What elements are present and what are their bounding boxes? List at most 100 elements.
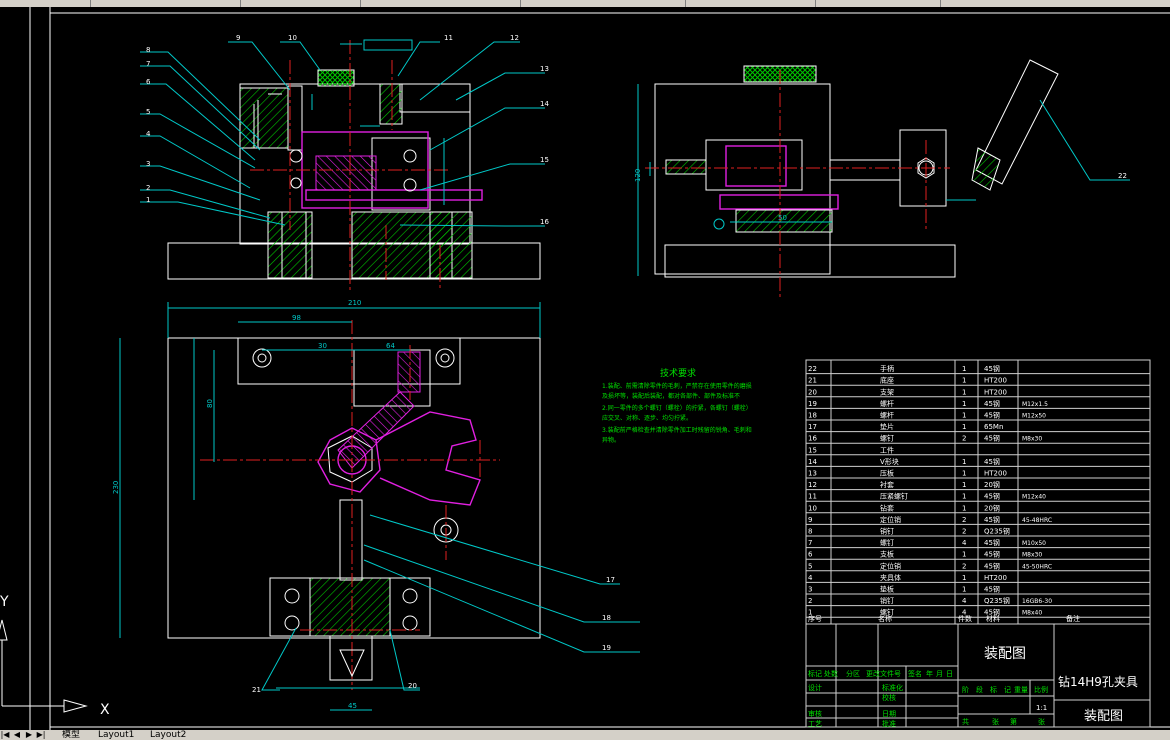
bom-cell-material: HT200 bbox=[984, 574, 1007, 582]
bom-cell-no: 5 bbox=[808, 562, 812, 570]
bom-cell-name: 定位销 bbox=[880, 561, 901, 570]
bom-cell-name: 垫片 bbox=[880, 422, 894, 431]
bom-cell-remark: 45-48HRC bbox=[1022, 517, 1052, 524]
svg-text:签名: 签名 bbox=[908, 669, 922, 678]
bom-cell-qty: 1 bbox=[962, 377, 966, 385]
bom-cell-name: 夹具体 bbox=[880, 573, 901, 582]
bom-cell-no: 16 bbox=[808, 435, 817, 443]
svg-text:11: 11 bbox=[444, 34, 453, 42]
nav-last-button[interactable]: ▶| bbox=[36, 730, 46, 740]
bom-cell-remark: M12x50 bbox=[1022, 413, 1046, 420]
drawing-canvas[interactable]: 8 7 6 5 4 3 2 1 9 10 11 12 13 14 15 16 2… bbox=[0, 7, 1170, 732]
nav-next-button[interactable]: ▶ bbox=[24, 730, 34, 740]
bom-cell-qty: 1 bbox=[962, 551, 966, 559]
bom-cell-no: 9 bbox=[808, 516, 812, 524]
toolbar-segment[interactable] bbox=[240, 0, 361, 7]
bom-cell-qty: 1 bbox=[962, 493, 966, 501]
toolbar-segment[interactable] bbox=[685, 0, 816, 7]
bom-cell-remark: M8x30 bbox=[1022, 552, 1042, 559]
bom-cell-name: 手柄 bbox=[880, 364, 894, 373]
svg-text:审核: 审核 bbox=[808, 709, 822, 718]
svg-text:分区: 分区 bbox=[846, 669, 860, 678]
svg-text:20: 20 bbox=[408, 682, 417, 690]
bom-cell-no: 21 bbox=[808, 377, 817, 385]
svg-text:标准化: 标准化 bbox=[882, 683, 903, 692]
bom-cell-name: 螺钉 bbox=[880, 538, 894, 547]
svg-text:13: 13 bbox=[540, 65, 549, 73]
svg-text:标: 标 bbox=[990, 685, 997, 694]
bom-cell-no: 18 bbox=[808, 412, 817, 420]
svg-text:材料: 材料 bbox=[986, 614, 1000, 623]
bom-cell-name: 销钉 bbox=[880, 527, 894, 536]
bom-cell-material: HT200 bbox=[984, 470, 1007, 478]
toolbar-segment[interactable] bbox=[815, 0, 941, 7]
bom-cell-qty: 2 bbox=[962, 516, 966, 524]
tech-requirements: 技术要求 1.装配、前需清除零件的毛刺，严禁存在使用零件的磨损 及损坏等，装配后… bbox=[602, 367, 752, 444]
svg-text:及损坏等，装配后装配，都对各部件、部件及标准不: 及损坏等，装配后装配，都对各部件、部件及标准不 bbox=[602, 392, 740, 400]
svg-text:64: 64 bbox=[386, 342, 395, 350]
svg-text:设计: 设计 bbox=[808, 683, 822, 692]
balloon-22: 22 bbox=[1118, 172, 1127, 180]
layout-tab-bar: |◀ ◀ ▶ ▶| 模型 Layout1 Layout2 bbox=[0, 730, 1170, 740]
bom-cell-no: 15 bbox=[808, 446, 817, 454]
svg-text:19: 19 bbox=[602, 644, 611, 652]
toolbar-segment[interactable] bbox=[360, 0, 521, 7]
title-block-text: 标记 处数 分区 更改文件号 签名 年 月 日 设计 审核 工艺 标准化 校核 … bbox=[808, 669, 1048, 728]
svg-text:名称: 名称 bbox=[878, 614, 892, 623]
nav-prev-button[interactable]: ◀ bbox=[12, 730, 22, 740]
svg-text:98: 98 bbox=[292, 314, 301, 322]
bom-cell-name: 支板 bbox=[880, 550, 894, 559]
bom-cell-remark: 16GB6-30 bbox=[1022, 598, 1052, 605]
bom-cell-material: 45钢 bbox=[984, 515, 1000, 524]
bom-cell-name: 工件 bbox=[880, 445, 894, 454]
part-title: 钻14H9孔夹具 bbox=[1058, 674, 1138, 689]
bom-cell-name: 垫板 bbox=[880, 585, 894, 594]
bom-cell-name: V形块 bbox=[880, 457, 899, 466]
tab-layout2[interactable]: Layout2 bbox=[150, 730, 186, 740]
side-view: 22 120 50 bbox=[634, 59, 1130, 300]
front-view-balloons: 8 7 6 5 4 3 2 1 9 10 11 12 13 14 15 16 bbox=[146, 34, 549, 226]
svg-text:年: 年 bbox=[926, 669, 933, 678]
bom-cell-material: 20钢 bbox=[984, 480, 1000, 489]
tab-layout1[interactable]: Layout1 bbox=[98, 730, 134, 740]
svg-text:14: 14 bbox=[540, 100, 549, 108]
bom-cell-material: 20钢 bbox=[984, 503, 1000, 512]
svg-text:张: 张 bbox=[1038, 717, 1045, 726]
bom-cell-material: Q235钢 bbox=[984, 527, 1010, 536]
toolbar-segment[interactable] bbox=[520, 0, 686, 7]
svg-text:16: 16 bbox=[540, 218, 549, 226]
bom-cell-qty: 1 bbox=[962, 504, 966, 512]
bom-cell-material: 45钢 bbox=[984, 585, 1000, 594]
nav-first-button[interactable]: |◀ bbox=[0, 730, 10, 740]
svg-text:共: 共 bbox=[962, 717, 969, 726]
bom-cell-qty: 4 bbox=[962, 539, 967, 547]
toolbar-segment[interactable] bbox=[90, 0, 241, 7]
bom-cell-name: 底座 bbox=[880, 376, 894, 385]
bom-cell-name: 压紧螺钉 bbox=[880, 492, 908, 501]
bom-cell-qty: 1 bbox=[962, 481, 966, 489]
bom-cell-no: 19 bbox=[808, 400, 817, 408]
bom-cell-no: 20 bbox=[808, 388, 817, 396]
bom-cell-qty: 2 bbox=[962, 562, 966, 570]
bom-cell-material: Q235钢 bbox=[984, 596, 1010, 605]
svg-text:应交叉、对称、逐步、均匀拧紧。: 应交叉、对称、逐步、均匀拧紧。 bbox=[602, 414, 692, 422]
svg-text:12: 12 bbox=[510, 34, 519, 42]
svg-text:第: 第 bbox=[1010, 717, 1017, 726]
svg-text:月: 月 bbox=[936, 670, 943, 678]
bom-cell-qty: 1 bbox=[962, 412, 966, 420]
svg-text:处数: 处数 bbox=[824, 669, 838, 678]
tab-model[interactable]: 模型 bbox=[62, 730, 80, 740]
bom-cell-remark: M8x30 bbox=[1022, 436, 1042, 443]
bom-cell-no: 11 bbox=[808, 493, 817, 501]
bom-table: 22 手柄 1 45钢21 底座 1 HT20020 支架 1 HT20019 螺杆 1 45钢 M12x… bbox=[805, 359, 1151, 625]
bom-cell-remark: M12x1.5 bbox=[1022, 401, 1048, 408]
bom-cell-material: HT200 bbox=[984, 377, 1007, 385]
toolbar-segment[interactable] bbox=[0, 0, 91, 7]
bom-cell-qty: 1 bbox=[962, 400, 966, 408]
bom-cell-remark: 45-50HRC bbox=[1022, 563, 1052, 570]
bom-cell-no: 17 bbox=[808, 423, 817, 431]
bom-cell-no: 8 bbox=[808, 528, 812, 536]
bom-cell-name: 定位销 bbox=[880, 515, 901, 524]
svg-text:校核: 校核 bbox=[882, 693, 896, 702]
svg-text:件数: 件数 bbox=[958, 614, 972, 623]
